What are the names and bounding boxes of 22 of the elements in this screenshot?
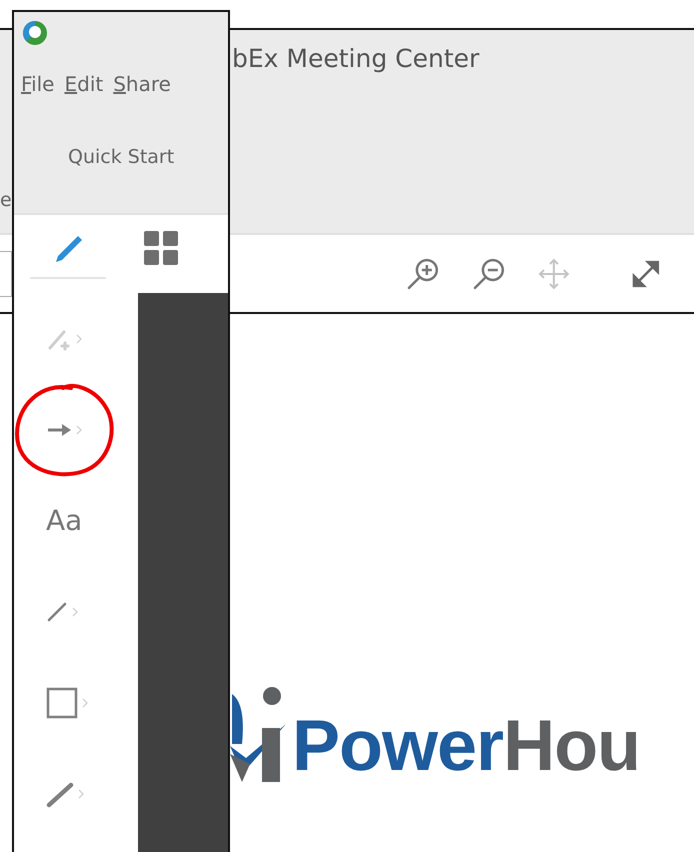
section-label: Quick Start — [68, 146, 176, 168]
arrow-icon — [46, 422, 72, 438]
rectangle-icon — [46, 686, 78, 718]
chevron-icon — [82, 698, 88, 708]
menu-item[interactable]: Edit — [64, 72, 104, 96]
chevron-icon — [76, 334, 82, 344]
window-title: bEx Meeting Center — [231, 43, 480, 73]
chevron-icon — [72, 606, 78, 616]
arrow-tool[interactable] — [46, 422, 82, 438]
chevron-icon — [78, 788, 84, 798]
chevron-icon — [76, 424, 82, 434]
app-logo-icon — [22, 20, 48, 46]
line-icon — [46, 600, 68, 622]
text-tool[interactable]: Aa — [46, 504, 82, 537]
menu-item[interactable]: File — [21, 72, 54, 96]
rectangle-tool[interactable] — [46, 686, 88, 718]
grid-icon — [143, 230, 179, 266]
line-tool[interactable] — [46, 600, 78, 622]
logo-text: PowerHou — [292, 710, 640, 782]
menu-item[interactable]: Share — [113, 72, 171, 96]
ribbon-label: e — [0, 189, 12, 211]
dropdown-field[interactable] — [0, 250, 12, 296]
